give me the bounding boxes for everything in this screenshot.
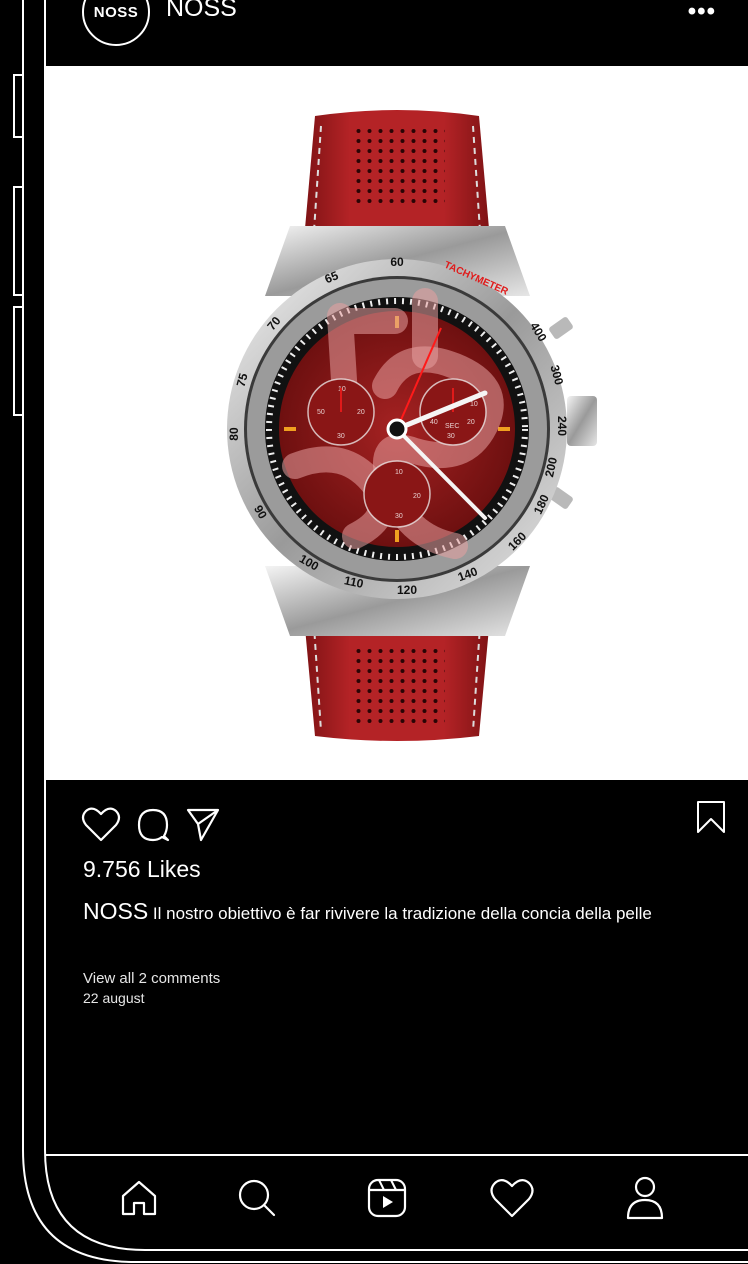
tab-activity[interactable] <box>484 1170 540 1226</box>
heart-icon <box>490 1179 534 1218</box>
svg-text:240: 240 <box>555 416 569 436</box>
reels-icon <box>367 1178 407 1218</box>
tab-profile[interactable] <box>617 1170 673 1226</box>
tabbar-divider <box>45 1154 748 1156</box>
view-comments-link[interactable]: View all 2 comments <box>83 970 220 987</box>
post-image[interactable]: 60 65 70 75 80 90 100 110 120 140 160 18… <box>45 66 748 780</box>
home-icon <box>121 1180 157 1216</box>
svg-text:SEC: SEC <box>445 423 459 430</box>
send-icon[interactable] <box>184 804 222 844</box>
tab-search[interactable] <box>229 1170 285 1226</box>
svg-text:80: 80 <box>227 427 241 441</box>
post-actions <box>80 804 222 844</box>
svg-text:30: 30 <box>337 433 345 440</box>
bottom-tab-bar <box>45 1154 748 1250</box>
watch-illustration: 60 65 70 75 80 90 100 110 120 140 160 18… <box>227 110 597 741</box>
post-date: 22 august <box>83 990 145 1006</box>
profile-icon <box>626 1176 664 1220</box>
post-caption: NOSS Il nostro obiettivo è far rivivere … <box>83 899 653 926</box>
svg-text:120: 120 <box>397 583 417 597</box>
svg-text:10: 10 <box>395 469 403 476</box>
more-dots-icon[interactable]: ••• <box>688 0 716 26</box>
comment-icon[interactable] <box>134 804 172 844</box>
avatar[interactable]: NOSS <box>82 0 150 46</box>
tab-home[interactable] <box>111 1170 167 1226</box>
search-icon <box>238 1179 276 1217</box>
svg-text:20: 20 <box>467 419 475 426</box>
post-header: NOSS NOSS ••• <box>82 0 722 48</box>
svg-text:30: 30 <box>395 513 403 520</box>
likes-count[interactable]: 9.756 Likes <box>83 856 201 883</box>
svg-text:50: 50 <box>317 409 325 416</box>
caption-text: Il nostro obiettivo è far rivivere la tr… <box>152 904 652 923</box>
svg-text:10: 10 <box>470 401 478 408</box>
heart-icon[interactable] <box>80 804 122 844</box>
caption-author[interactable]: NOSS <box>83 898 148 924</box>
tab-reels[interactable] <box>359 1170 415 1226</box>
username[interactable]: NOSS <box>166 0 237 23</box>
svg-text:60: 60 <box>390 255 404 269</box>
svg-text:20: 20 <box>413 493 421 500</box>
svg-text:30: 30 <box>447 433 455 440</box>
svg-text:40: 40 <box>430 419 438 426</box>
bookmark-icon[interactable] <box>696 800 726 834</box>
svg-text:20: 20 <box>357 409 365 416</box>
